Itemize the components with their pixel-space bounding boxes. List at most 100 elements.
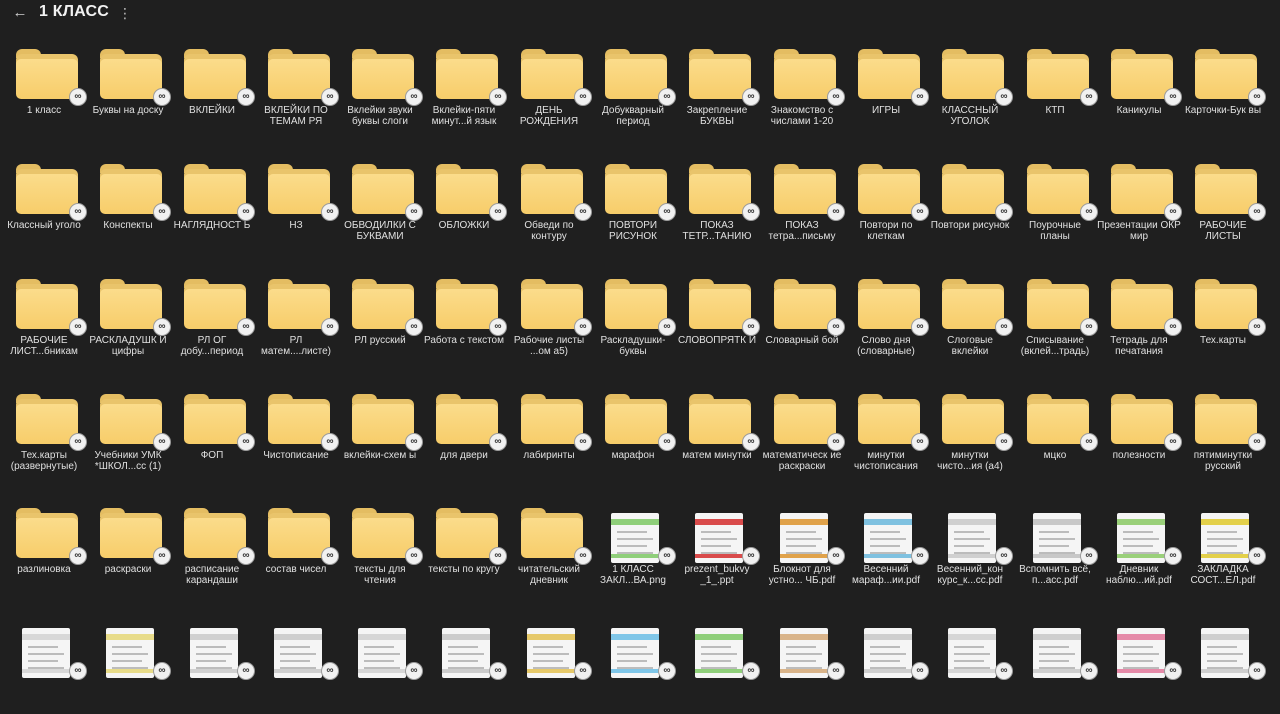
folder-item[interactable]: ∞ ДЕНЬ РОЖДЕНИЯ [507, 40, 592, 140]
file-item[interactable]: ∞ prezent_bukvy _1_.ppt [675, 499, 760, 599]
folder-item[interactable]: ∞ 1 класс [2, 40, 87, 140]
folder-item[interactable]: ∞ Словарный бой [760, 270, 845, 370]
file-item[interactable]: ∞ [2, 614, 87, 714]
file-item[interactable]: ∞ [86, 614, 171, 714]
folder-item[interactable]: ∞ РАСКЛАДУШК И цифры [86, 270, 171, 370]
folder-item[interactable]: ∞ Буквы на доску [86, 40, 171, 140]
folder-item[interactable]: ∞ раскраски [86, 499, 171, 599]
file-item[interactable]: ∞ Блокнот для устно... ЧБ.pdf [760, 499, 845, 599]
folder-item[interactable]: ∞ Знакомство с числами 1-20 [760, 40, 845, 140]
file-item[interactable]: ∞ [844, 614, 929, 714]
folder-item[interactable]: ∞ минутки чисто...ия (а4) [928, 385, 1013, 485]
folder-item[interactable]: ∞ Работа с текстом [422, 270, 507, 370]
folder-item[interactable]: ∞ ИГРЫ [844, 40, 929, 140]
folder-item[interactable]: ∞ Карточки-Бук вы [1181, 40, 1266, 140]
folder-item[interactable]: ∞ Слово дня (словарные) [844, 270, 929, 370]
file-item[interactable]: ∞ [507, 614, 592, 714]
folder-item[interactable]: ∞ Тетрадь для печатания [1097, 270, 1182, 370]
folder-item[interactable]: ∞ Презентации ОКР мир [1097, 155, 1182, 255]
folder-item[interactable]: ∞ состав чисел [254, 499, 339, 599]
folder-item[interactable]: ∞ РЛ русский [338, 270, 423, 370]
file-item[interactable]: ∞ Дневник наблю...ий.pdf [1097, 499, 1182, 599]
folder-item[interactable]: ∞ математическ ие раскраски [760, 385, 845, 485]
folder-item[interactable]: ∞ Раскладушки-буквы [591, 270, 676, 370]
folder-icon [436, 164, 498, 214]
folder-item[interactable]: ∞ КЛАССНЫЙ УГОЛОК [928, 40, 1013, 140]
folder-item[interactable]: ∞ Конспекты [86, 155, 171, 255]
folder-item[interactable]: ∞ для двери [422, 385, 507, 485]
folder-item[interactable]: ∞ матем минутки [675, 385, 760, 485]
file-thumbnail [1033, 513, 1081, 563]
folder-item[interactable]: ∞ Тех.карты [1181, 270, 1266, 370]
folder-item[interactable]: ∞ расписание карандаши [170, 499, 255, 599]
file-item[interactable]: ∞ [170, 614, 255, 714]
file-item[interactable]: ∞ Весенний мараф...ии.pdf [844, 499, 929, 599]
item-label: 1 КЛАСС ЗАКЛ...ВА.png [600, 564, 666, 586]
folder-item[interactable]: ∞ пятиминутки русский [1181, 385, 1266, 485]
file-thumbnail [1117, 513, 1165, 563]
file-item[interactable]: ∞ Вспомнить всё, п...асс.pdf [1013, 499, 1098, 599]
folder-item[interactable]: ∞ Вклейки звуки буквы слоги [338, 40, 423, 140]
folder-item[interactable]: ∞ минутки чистописания [844, 385, 929, 485]
folder-item[interactable]: ∞ РЛ ОГ добу...период [170, 270, 255, 370]
folder-item[interactable]: ∞ тексты для чтения [338, 499, 423, 599]
folder-item[interactable]: ∞ Классный уголо [2, 155, 87, 255]
file-item[interactable]: ∞ [675, 614, 760, 714]
folder-item[interactable]: ∞ Повтори по клеткам [844, 155, 929, 255]
folder-item[interactable]: ∞ Списывание (вклей...традь) [1013, 270, 1098, 370]
folder-item[interactable]: ∞ ПОКАЗ ТЕТР...ТАНИЮ [675, 155, 760, 255]
file-item[interactable]: ∞ ЗАКЛАДКА СОСТ...ЕЛ.pdf [1181, 499, 1266, 599]
folder-item[interactable]: ∞ ВКЛЕЙКИ ПО ТЕМАМ РЯ [254, 40, 339, 140]
folder-item[interactable]: ∞ ОБВОДИЛКИ С БУКВАМИ [338, 155, 423, 255]
folder-item[interactable]: ∞ лабиринты [507, 385, 592, 485]
folder-item[interactable]: ∞ Повтори рисунок [928, 155, 1013, 255]
file-item[interactable]: ∞ [1181, 614, 1266, 714]
file-item[interactable]: ∞ [254, 614, 339, 714]
folder-item[interactable]: ∞ Каникулы [1097, 40, 1182, 140]
file-item[interactable]: ∞ Весенний_кон курс_к...сс.pdf [928, 499, 1013, 599]
folder-item[interactable]: ∞ ПОВТОРИ РИСУНОК [591, 155, 676, 255]
folder-item[interactable]: ∞ Тех.карты (развернутые) [2, 385, 87, 485]
folder-item[interactable]: ∞ ОБЛОЖКИ [422, 155, 507, 255]
file-item[interactable]: ∞ [760, 614, 845, 714]
item-label: Весенний_кон курс_к...сс.pdf [936, 564, 1004, 586]
link-icon: ∞ [1164, 203, 1182, 221]
folder-item[interactable]: ∞ Рабочие листы ...ом а5) [507, 270, 592, 370]
folder-item[interactable]: ∞ Чистописание [254, 385, 339, 485]
folder-item[interactable]: ∞ РЛ матем....листе) [254, 270, 339, 370]
folder-item[interactable]: ∞ Поурочные планы [1013, 155, 1098, 255]
folder-item[interactable]: ∞ НАГЛЯДНОСТ Ь [170, 155, 255, 255]
folder-item[interactable]: ∞ читательский дневник [507, 499, 592, 599]
folder-item[interactable]: ∞ марафон [591, 385, 676, 485]
file-item[interactable]: ∞ [422, 614, 507, 714]
folder-item[interactable]: ∞ РАБОЧИЕ ЛИСТ...бникам [2, 270, 87, 370]
folder-item[interactable]: ∞ РАБОЧИЕ ЛИСТЫ [1181, 155, 1266, 255]
item-label: Слово дня (словарные) [857, 335, 915, 357]
file-item[interactable]: ∞ [928, 614, 1013, 714]
folder-item[interactable]: ∞ ПОКАЗ тетра...письму [760, 155, 845, 255]
file-item[interactable]: ∞ [338, 614, 423, 714]
folder-item[interactable]: ∞ полезности [1097, 385, 1182, 485]
file-item[interactable]: ∞ [1013, 614, 1098, 714]
folder-item[interactable]: ∞ ВКЛЕЙКИ [170, 40, 255, 140]
item-label: Классный уголо [7, 220, 81, 231]
folder-item[interactable]: ∞ НЗ [254, 155, 339, 255]
folder-item[interactable]: ∞ разлиновка [2, 499, 87, 599]
file-item[interactable]: ∞ [591, 614, 676, 714]
folder-item[interactable]: ∞ Добукварный период [591, 40, 676, 140]
folder-item[interactable]: ∞ ФОП [170, 385, 255, 485]
folder-item[interactable]: ∞ Учебники УМК *ШКОЛ...сс (1) [86, 385, 171, 485]
file-item[interactable]: ∞ 1 КЛАСС ЗАКЛ...ВА.png [591, 499, 676, 599]
folder-icon [689, 394, 751, 444]
folder-item[interactable]: ∞ мцко [1013, 385, 1098, 485]
folder-icon [942, 394, 1004, 444]
folder-item[interactable]: ∞ вклейки-схем ы [338, 385, 423, 485]
folder-item[interactable]: ∞ Слоговые вклейки [928, 270, 1013, 370]
folder-item[interactable]: ∞ Вклейки-пяти минут...й язык [422, 40, 507, 140]
folder-item[interactable]: ∞ Закрепление БУКВЫ [675, 40, 760, 140]
folder-item[interactable]: ∞ тексты по кругу [422, 499, 507, 599]
folder-item[interactable]: ∞ Обведи по контуру [507, 155, 592, 255]
folder-item[interactable]: ∞ КТП [1013, 40, 1098, 140]
file-item[interactable]: ∞ [1097, 614, 1182, 714]
folder-item[interactable]: ∞ СЛОВОПРЯТК И [675, 270, 760, 370]
